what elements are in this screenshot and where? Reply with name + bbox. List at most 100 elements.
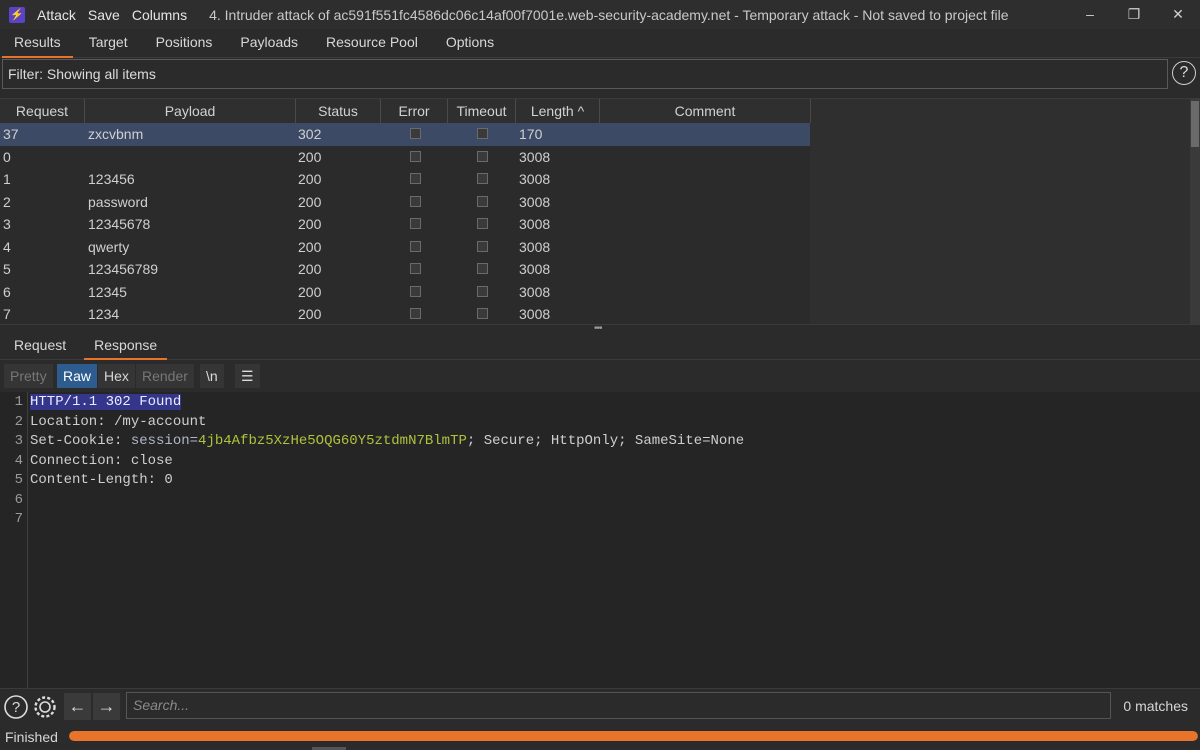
line-number-gutter: 1 2 3 4 5 6 7 (0, 392, 28, 688)
timeout-checkbox (477, 218, 488, 229)
table-empty-area (810, 123, 1190, 325)
window-controls: – ❐ ✕ (1068, 0, 1200, 29)
status-bar: Finished (0, 725, 1200, 750)
column-header-payload[interactable]: Payload (85, 99, 296, 123)
line-number: 3 (14, 433, 23, 449)
menu-icon[interactable]: ☰ (235, 364, 260, 388)
line-number: 7 (14, 511, 23, 527)
tab-payloads[interactable]: Payloads (226, 29, 312, 57)
search-match-count: 0 matches (1123, 698, 1188, 714)
next-match-arrow-icon[interactable]: → (93, 693, 120, 720)
timeout-checkbox (477, 240, 488, 252)
table-row[interactable]: 1 123456 200 3008 (0, 168, 810, 191)
search-input[interactable]: Search... (126, 692, 1111, 719)
cell-payload: 12345 (88, 283, 127, 300)
cell-status: 200 (298, 261, 322, 277)
cell-status: 302 (298, 126, 322, 142)
cell-length: 3008 (519, 193, 551, 210)
hex-button[interactable]: Hex (98, 364, 135, 388)
cell-payload: qwerty (88, 238, 130, 255)
restore-icon[interactable]: ❐ (1112, 0, 1156, 29)
title-bar: ⚡ Attack Save Columns 4. Intruder attack… (0, 0, 1200, 29)
attack-tabs: Results Target Positions Payloads Resour… (0, 29, 1200, 58)
cell-payload: 12345678 (88, 216, 151, 232)
attack-progress-fill (69, 731, 1198, 741)
status-line: HTTP/1.1 302 Found (30, 394, 182, 410)
timeout-checkbox (477, 285, 488, 297)
message-tabs: Request Response (0, 333, 1200, 360)
tab-response[interactable]: Response (80, 333, 171, 360)
error-checkbox (410, 285, 421, 297)
error-checkbox (410, 308, 421, 319)
tab-resource-pool[interactable]: Resource Pool (312, 29, 432, 57)
cell-length: 3008 (519, 306, 551, 322)
table-row[interactable]: 37 zxcvbnm 302 170 (0, 123, 810, 146)
cell-payload: password (88, 193, 148, 210)
table-row[interactable]: 0 200 3008 (0, 146, 810, 169)
search-bar: ? ← → Search... 0 matches (0, 688, 1200, 725)
timeout-checkbox (477, 195, 488, 207)
help-icon[interactable]: ? (1172, 61, 1196, 85)
table-scrollbar-thumb[interactable] (1191, 101, 1199, 147)
error-checkbox (410, 263, 421, 274)
svg-text:?: ? (12, 699, 20, 716)
tab-results[interactable]: Results (0, 29, 75, 58)
previous-match-arrow-icon[interactable]: ← (64, 693, 91, 720)
menu-columns[interactable]: Columns (132, 7, 187, 23)
cell-length: 3008 (519, 238, 551, 255)
newline-toggle-button[interactable]: \n (200, 364, 224, 388)
pane-splitter[interactable]: ••• (0, 323, 1200, 334)
table-row[interactable]: 2 password 200 3008 (0, 191, 810, 214)
cell-request: 7 (3, 306, 11, 322)
render-button[interactable]: Render (136, 364, 194, 388)
cell-length: 3008 (519, 148, 551, 165)
minimize-icon[interactable]: – (1068, 0, 1112, 29)
error-checkbox (410, 150, 421, 162)
table-scrollbar[interactable] (1190, 99, 1200, 325)
header-key: Set-Cookie: (30, 433, 131, 449)
cell-status: 200 (298, 193, 322, 210)
settings-gear-icon[interactable] (31, 694, 59, 720)
column-header-error[interactable]: Error (381, 99, 448, 123)
cell-request: 37 (3, 126, 19, 142)
close-icon[interactable]: ✕ (1156, 0, 1200, 29)
cell-payload: zxcvbnm (88, 126, 144, 142)
column-header-length[interactable]: Length ^ (516, 99, 600, 123)
cell-status: 200 (298, 283, 322, 300)
tab-request[interactable]: Request (0, 333, 80, 359)
cell-payload: 123456789 (88, 261, 159, 277)
filter-bar[interactable]: Filter: Showing all items (2, 59, 1168, 89)
cell-request: 2 (3, 193, 11, 210)
cell-status: 200 (298, 306, 322, 322)
column-header-status[interactable]: Status (296, 99, 381, 123)
error-checkbox (410, 218, 421, 229)
line-number: 6 (14, 491, 23, 508)
error-checkbox (410, 195, 421, 207)
column-header-request[interactable]: Request (0, 99, 85, 123)
table-row[interactable]: 3 12345678 200 3008 (0, 213, 810, 236)
line-number: 1 (14, 394, 23, 410)
timeout-checkbox (477, 173, 488, 184)
error-checkbox (410, 240, 421, 252)
tab-target[interactable]: Target (75, 29, 142, 57)
cell-request: 3 (3, 216, 11, 232)
menu-save[interactable]: Save (88, 7, 120, 23)
cell-request: 0 (3, 148, 11, 165)
column-header-timeout[interactable]: Timeout (448, 99, 516, 123)
help-icon[interactable]: ? (3, 694, 29, 720)
table-row[interactable]: 5 123456789 200 3008 (0, 258, 810, 281)
menu-attack[interactable]: Attack (37, 7, 76, 23)
table-row[interactable]: 4 qwerty 200 3008 (0, 236, 810, 259)
cell-status: 200 (298, 238, 322, 255)
table-row[interactable]: 7 1234 200 3008 (0, 303, 810, 325)
cell-request: 5 (3, 261, 11, 277)
tab-positions[interactable]: Positions (142, 29, 227, 57)
raw-button[interactable]: Raw (57, 364, 98, 388)
pretty-button[interactable]: Pretty (4, 364, 53, 388)
table-row[interactable]: 6 12345 200 3008 (0, 281, 810, 304)
response-editor[interactable]: 1 2 3 4 5 6 7 HTTP/1.1 302 Found Locatio… (0, 392, 1200, 688)
line-number: 2 (14, 413, 23, 430)
column-header-length-label: Length (530, 103, 574, 119)
tab-options[interactable]: Options (432, 29, 508, 57)
column-header-comment[interactable]: Comment (600, 99, 811, 123)
